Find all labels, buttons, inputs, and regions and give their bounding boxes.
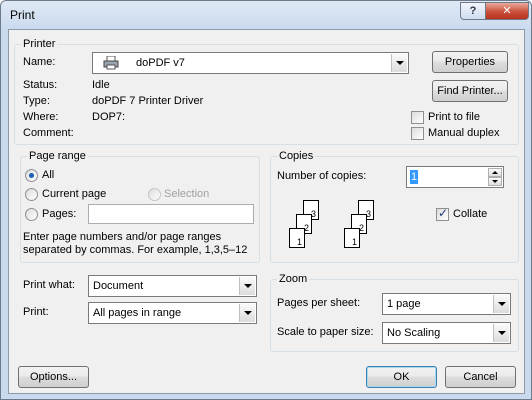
page-range-hint-line2: separated by commas. For example, 1,3,5–… <box>23 244 248 256</box>
window-title: Print <box>10 8 35 22</box>
pages-label[interactable]: Pages: <box>42 208 76 220</box>
find-printer-button[interactable]: Find Printer... <box>432 80 508 102</box>
print-dialog: Print ? ✕ Printer Name: doPDF v7 Propert… <box>0 0 532 400</box>
chevron-down-icon[interactable] <box>493 324 509 342</box>
chevron-down-icon[interactable] <box>493 295 509 313</box>
copies-group-label: Copies <box>277 150 316 162</box>
printer-name-select[interactable]: doPDF v7 <box>92 52 409 74</box>
printer-group-label: Printer <box>21 38 58 50</box>
page-icon: 1 <box>289 228 305 248</box>
print-to-file-checkbox[interactable] <box>411 111 424 124</box>
page-range-group-label: Page range <box>27 150 88 162</box>
spin-up-icon[interactable] <box>488 168 502 177</box>
print-value: All pages in range <box>93 307 182 319</box>
copies-value[interactable]: 1 <box>410 170 419 184</box>
page-range-hint-line1: Enter page numbers and/or page ranges <box>23 231 222 243</box>
properties-button[interactable]: Properties <box>432 51 508 73</box>
current-page-label[interactable]: Current page <box>42 188 106 200</box>
selection-label: Selection <box>164 188 210 200</box>
ok-button[interactable]: OK <box>366 366 437 388</box>
scale-to-paper-size-select[interactable]: No Scaling <box>382 322 511 344</box>
pages-input[interactable] <box>88 204 254 224</box>
print-what-select[interactable]: Document <box>88 275 257 297</box>
chevron-down-icon[interactable] <box>239 277 255 295</box>
copies-spinner[interactable]: 1 <box>406 166 504 188</box>
status-value: Idle <box>92 79 110 91</box>
print-select[interactable]: All pages in range <box>88 302 257 324</box>
selection-radio[interactable] <box>148 188 161 201</box>
chevron-down-icon[interactable] <box>391 54 407 72</box>
scale-to-paper-size-value: No Scaling <box>387 327 441 339</box>
printer-icon <box>103 56 119 70</box>
help-icon[interactable]: ? <box>460 2 486 20</box>
print-label: Print: <box>23 306 49 318</box>
spin-down-icon[interactable] <box>488 177 502 186</box>
type-label: Type: <box>23 95 50 107</box>
chevron-down-icon[interactable] <box>239 304 255 322</box>
printer-name-label: Name: <box>23 56 56 68</box>
collate-label[interactable]: Collate <box>453 208 487 220</box>
close-icon[interactable]: ✕ <box>485 2 529 20</box>
title-bar[interactable]: Print ? ✕ <box>1 1 531 29</box>
print-what-value: Document <box>93 280 144 292</box>
where-value: DOP7: <box>92 111 126 123</box>
type-value: doPDF 7 Printer Driver <box>92 95 204 107</box>
page-icon: 1 <box>344 228 360 248</box>
zoom-group-label: Zoom <box>277 273 310 285</box>
pages-radio[interactable] <box>25 208 38 221</box>
options-button[interactable]: Options... <box>18 366 89 388</box>
pages-per-sheet-select[interactable]: 1 page <box>382 293 511 315</box>
where-label: Where: <box>23 111 59 123</box>
pages-per-sheet-value: 1 page <box>387 298 421 310</box>
collate-checkbox[interactable] <box>436 206 449 221</box>
dialog-body: Printer Name: doPDF v7 Properties Find P… <box>8 29 525 394</box>
manual-duplex-label[interactable]: Manual duplex <box>428 127 500 139</box>
cancel-button[interactable]: Cancel <box>445 366 516 388</box>
status-label: Status: <box>23 79 58 91</box>
manual-duplex-checkbox[interactable] <box>411 127 424 140</box>
print-to-file-label[interactable]: Print to file <box>428 111 480 123</box>
current-page-radio[interactable] <box>25 188 38 201</box>
printer-name-value: doPDF v7 <box>136 57 185 69</box>
print-what-label: Print what: <box>23 279 75 291</box>
comment-label: Comment: <box>23 127 74 139</box>
number-of-copies-label: Number of copies: <box>277 170 367 182</box>
pages-per-sheet-label: Pages per sheet: <box>277 297 361 309</box>
all-radio[interactable] <box>25 169 38 182</box>
scale-to-paper-size-label: Scale to paper size: <box>277 326 374 338</box>
all-label[interactable]: All <box>42 169 54 181</box>
